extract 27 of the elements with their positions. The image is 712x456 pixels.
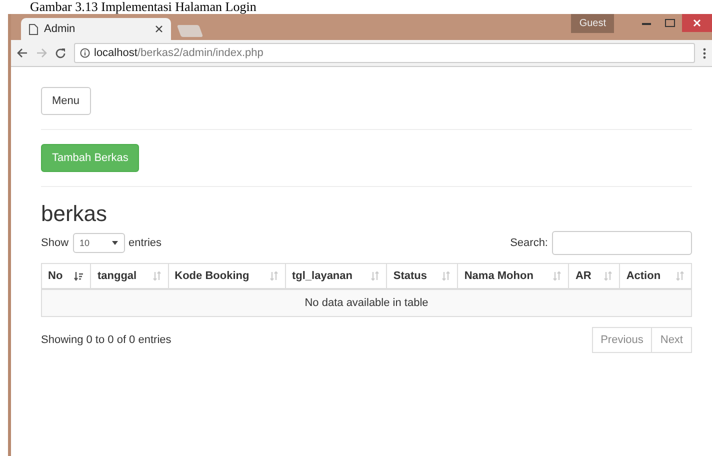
search-label: Search: [510,237,548,249]
page-heading: berkas [41,201,108,227]
guest-badge[interactable]: Guest [571,14,614,33]
reload-icon[interactable] [55,48,66,58]
minimize-icon[interactable] [642,22,650,24]
info-icon [80,48,90,58]
entries-label: entries [128,237,162,249]
menu-button[interactable]: Menu [41,87,91,115]
show-label: Show [41,237,69,249]
url-path: /berkas2/admin/index.php [137,47,264,59]
document-caption: Gambar 3.13 Implementasi Halaman Login [29,0,258,14]
close-icon[interactable] [155,25,163,33]
url-host: localhost [94,47,138,59]
entries-select[interactable]: 10 [72,233,125,253]
back-arrow-icon[interactable] [17,48,28,58]
close-icon [693,19,701,27]
browser-tab[interactable]: Admin [21,18,171,40]
search-field[interactable] [552,231,692,255]
caret-icon [112,241,118,245]
page-icon [29,24,38,34]
empty-table-message: No data available in table [42,289,692,316]
tab-title: Admin [44,23,76,35]
address-bar[interactable]: localhost/berkas2/admin/index.php [74,43,695,63]
more-menu-icon[interactable] [703,48,706,58]
window-close-button[interactable] [682,14,712,32]
table-info: Showing 0 to 0 of 0 entries [41,334,172,346]
maximize-icon[interactable] [665,19,675,27]
